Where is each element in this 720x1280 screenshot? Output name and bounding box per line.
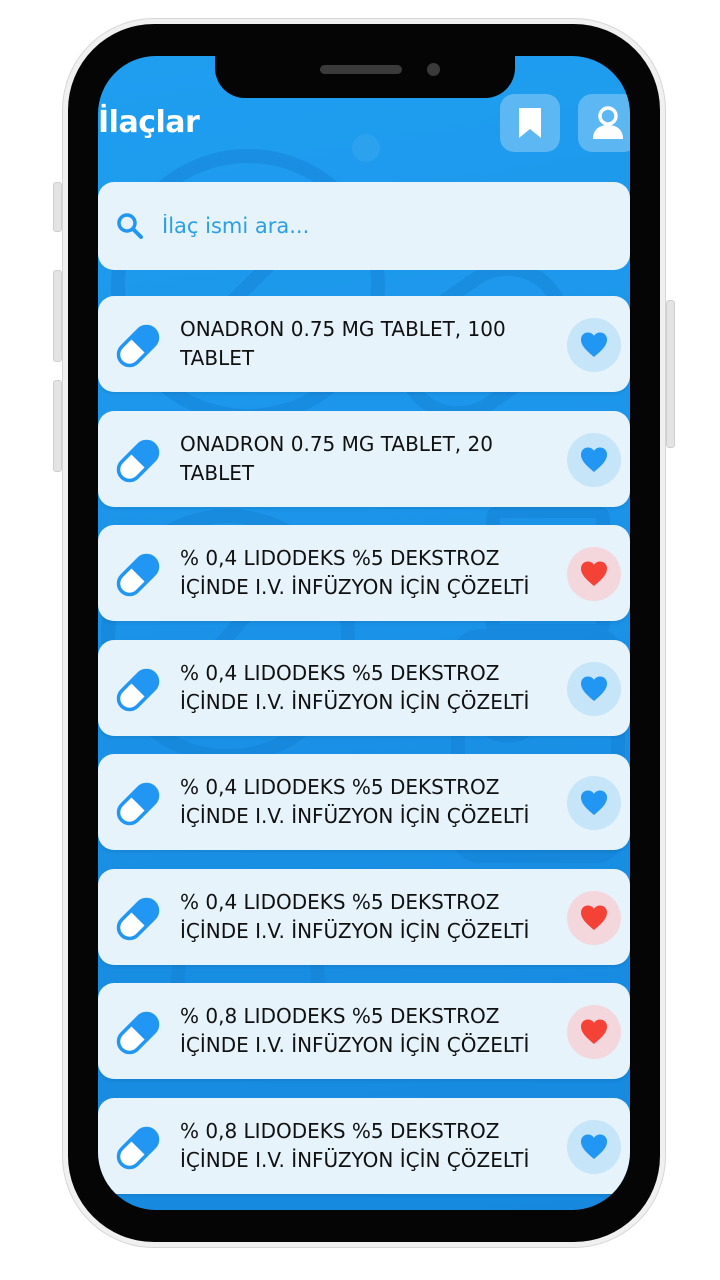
bookmark-icon (519, 108, 541, 138)
medicine-name: % 0,4 LIDODEKS %5 DEKSTROZ İÇİNDE I.V. İ… (180, 775, 530, 828)
pill-icon (116, 324, 160, 368)
heart-icon (581, 790, 607, 815)
power-button (666, 300, 675, 448)
pill-icon (116, 1126, 160, 1170)
search-input[interactable] (160, 204, 600, 248)
favorite-button[interactable] (567, 547, 621, 601)
favorite-button[interactable] (567, 318, 621, 372)
page-title: İlaçlar (98, 105, 200, 140)
heart-icon (581, 447, 607, 472)
medicine-item[interactable]: % 0,4 LIDODEKS %5 DEKSTROZ İÇİNDE I.V. İ… (98, 525, 630, 621)
volume-down-button (53, 380, 62, 472)
bookmarks-button[interactable] (500, 94, 560, 152)
favorite-button[interactable] (567, 433, 621, 487)
medicine-name: % 0,8 LIDODEKS %5 DEKSTROZ İÇİNDE I.V. İ… (180, 1004, 530, 1057)
heart-icon (581, 1019, 607, 1044)
pill-icon (116, 897, 160, 941)
favorite-button[interactable] (567, 776, 621, 830)
pill-icon (116, 668, 160, 712)
heart-icon (581, 905, 607, 930)
medicine-item[interactable]: % 0,8 LIDODEKS %5 DEKSTROZ İÇİNDE I.V. İ… (98, 1098, 630, 1194)
pill-icon (116, 439, 160, 483)
pill-icon (116, 782, 160, 826)
medicine-item[interactable]: % 0,8 LIDODEKS %5 DEKSTROZ İÇİNDE I.V. İ… (98, 983, 630, 1079)
favorite-button[interactable] (567, 1005, 621, 1059)
favorite-button[interactable] (567, 1120, 621, 1174)
heart-icon (581, 561, 607, 586)
medicine-item[interactable]: % 0,4 LIDODEKS %5 DEKSTROZ İÇİNDE I.V. İ… (98, 640, 630, 736)
medicine-item[interactable]: ONADRON 0.75 MG TABLET, 100 TABLET (98, 296, 630, 392)
heart-icon (581, 332, 607, 357)
medicine-name: % 0,4 LIDODEKS %5 DEKSTROZ İÇİNDE I.V. İ… (180, 546, 530, 599)
phone-notch (215, 50, 515, 98)
medicine-item[interactable]: % 0,4 LIDODEKS %5 DEKSTROZ İÇİNDE I.V. İ… (98, 754, 630, 850)
medicine-name: % 0,8 LIDODEKS %5 DEKSTROZ İÇİNDE I.V. İ… (180, 1119, 530, 1172)
medicine-name: % 0,4 LIDODEKS %5 DEKSTROZ İÇİNDE I.V. İ… (180, 661, 530, 714)
speaker-grille (320, 65, 402, 74)
pill-icon (116, 1011, 160, 1055)
medicine-item[interactable]: % 0,4 LIDODEKS %5 DEKSTROZ İÇİNDE I.V. İ… (98, 869, 630, 965)
favorite-button[interactable] (567, 662, 621, 716)
medicine-name: ONADRON 0.75 MG TABLET, 100 TABLET (180, 317, 506, 370)
heart-icon (581, 1134, 607, 1159)
medicine-item[interactable]: ONADRON 0.75 MG TABLET, 20 TABLET (98, 411, 630, 507)
medicine-name: % 0,4 LIDODEKS %5 DEKSTROZ İÇİNDE I.V. İ… (180, 890, 530, 943)
medicine-name: ONADRON 0.75 MG TABLET, 20 TABLET (180, 432, 493, 485)
user-icon (593, 106, 623, 139)
mute-switch (53, 182, 62, 232)
front-camera (427, 63, 440, 76)
heart-icon (581, 676, 607, 701)
search-bar[interactable] (98, 182, 630, 270)
app-screen: İlaçlar ONADRON 0.75 MG TABLET, 100 TABL… (98, 56, 630, 1210)
favorite-button[interactable] (567, 891, 621, 945)
volume-up-button (53, 270, 62, 362)
pill-icon (116, 553, 160, 597)
search-icon (117, 213, 143, 239)
profile-button[interactable] (578, 94, 630, 152)
